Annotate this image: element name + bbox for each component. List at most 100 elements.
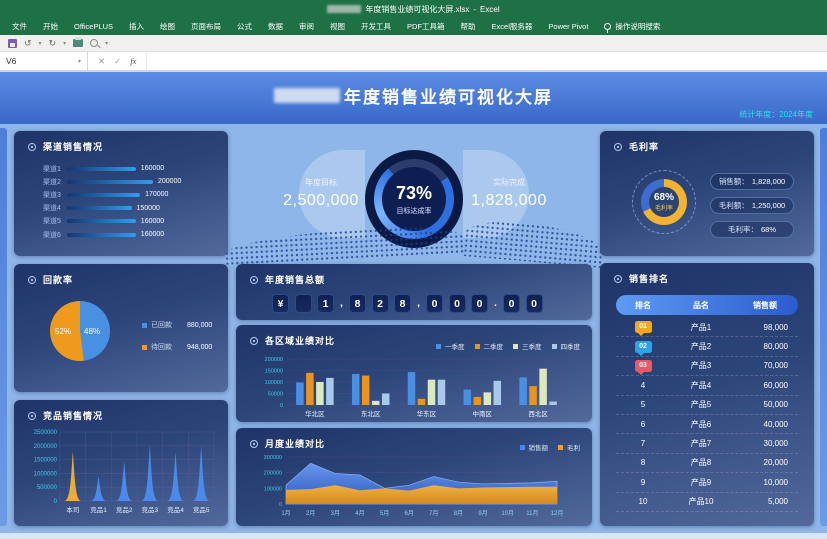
tell-me-search[interactable]: 操作说明搜索 (596, 21, 668, 32)
digit-box: 8 (394, 294, 411, 313)
redacted-text (327, 5, 361, 13)
bullet-icon (28, 143, 36, 151)
svg-text:2500000: 2500000 (34, 430, 58, 436)
dashboard-title-text: 年度销售业绩可视化大屏 (344, 83, 553, 108)
ribbon-tab-13[interactable]: Excel服务器 (484, 18, 541, 35)
footer-strip (0, 533, 827, 539)
channel-bar-row: 渠道5160000 (14, 215, 228, 228)
ribbon-tab-11[interactable]: PDF工具箱 (399, 18, 453, 35)
digit-box: 0 (426, 294, 443, 313)
formula-bar: V6 ▾ ✕ ✓ fx (0, 52, 827, 72)
total-sales-digits: ¥1,828,000.00 (236, 286, 592, 313)
bullet-icon (28, 276, 36, 284)
svg-text:200000: 200000 (265, 357, 283, 363)
insert-function-icon[interactable]: fx (130, 56, 136, 66)
bullet-icon (614, 275, 622, 283)
svg-text:东北区: 东北区 (361, 409, 381, 418)
decor-dot-wave (463, 218, 606, 268)
ribbon-tab-3[interactable]: 插入 (121, 18, 152, 35)
panel-sales-ranking[interactable]: 销售排名 排名品名销售额 01产品198,00002产品280,00003产品3… (600, 263, 814, 526)
undo-dropdown-icon[interactable]: ▾ (39, 40, 42, 47)
channel-bar-row: 渠道4150000 (14, 202, 228, 215)
svg-text:9月: 9月 (478, 510, 487, 517)
legend-item: 销售额 (520, 442, 549, 452)
panel-total-sales[interactable]: 年度销售总额 ¥1,828,000.00 (236, 264, 592, 320)
svg-text:500000: 500000 (37, 485, 58, 491)
ranking-row: 6产品640,000 (616, 415, 798, 434)
svg-text:竞品5: 竞品5 (193, 505, 210, 514)
svg-text:100000: 100000 (264, 486, 282, 492)
ribbon-tab-1[interactable]: 开始 (35, 18, 66, 35)
svg-text:0: 0 (54, 499, 58, 505)
ribbon-tab-0[interactable]: 文件 (4, 18, 35, 35)
svg-text:2000000: 2000000 (34, 444, 58, 450)
print-icon[interactable] (73, 39, 83, 47)
ribbon-tab-7[interactable]: 数据 (260, 18, 291, 35)
svg-text:竞品3: 竞品3 (142, 505, 159, 514)
ribbon-tab-14[interactable]: Power Pivot (540, 18, 596, 35)
panel-collection-rate[interactable]: 回款率 48% 52% 已回款880,000待回款948,000 (14, 264, 228, 392)
undo-button[interactable]: ↺ (24, 39, 32, 48)
qat-customize-icon[interactable]: ▾ (105, 40, 108, 47)
ribbon-tab-9[interactable]: 视图 (322, 18, 353, 35)
panel-competitor-sales[interactable]: 竞品销售情况 050000010000001500000200000025000… (14, 400, 228, 526)
save-icon[interactable] (8, 39, 17, 48)
panel-gross-margin[interactable]: 毛利率 68% 毛利率 销售额：1,828,000毛利额：1,250,000毛利… (600, 131, 814, 256)
right-edge-decor (820, 128, 827, 526)
svg-text:200000: 200000 (264, 471, 282, 477)
digit-box: 0 (526, 294, 543, 313)
dashboard-title: 年度销售业绩可视化大屏 (0, 83, 827, 108)
enter-icon[interactable]: ✓ (114, 56, 121, 67)
svg-text:7月: 7月 (429, 510, 438, 517)
digit-box: 0 (503, 294, 520, 313)
digit-box: 0 (471, 294, 488, 313)
cancel-icon[interactable]: ✕ (98, 56, 105, 67)
region-bar-chart: 050000100000150000200000华北区东北区华东区中南区西北区 (236, 351, 592, 422)
annual-target-value: 2,500,000 (266, 192, 376, 210)
app-name: Excel (480, 5, 500, 14)
svg-text:3月: 3月 (331, 510, 340, 517)
svg-text:竞品4: 竞品4 (167, 505, 184, 514)
svg-text:2月: 2月 (306, 510, 315, 517)
redacted-company-name (274, 88, 340, 103)
title-separator: - (473, 5, 476, 14)
svg-text:0: 0 (279, 502, 282, 508)
digit-box: ¥ (272, 294, 289, 313)
ribbon-tabs: 文件开始OfficePLUS插入绘图页面布局公式数据审阅视图开发工具PDF工具箱… (0, 18, 827, 35)
gauge-center: 73% 目标达成率 (382, 167, 446, 231)
name-box-dropdown-icon[interactable]: ▾ (78, 58, 81, 65)
svg-text:100000: 100000 (265, 380, 283, 386)
ranking-table-rows: 01产品198,00002产品280,00003产品370,0004产品460,… (616, 318, 798, 512)
ribbon-tab-5[interactable]: 页面布局 (183, 18, 229, 35)
bullet-icon (28, 412, 36, 420)
panel-monthly-comparison[interactable]: 月度业绩对比 销售额毛利 01000002000003000001月2月3月4月… (236, 428, 592, 526)
bullet-icon (250, 337, 258, 345)
ribbon-tab-2[interactable]: OfficePLUS (66, 18, 121, 35)
actual-completion-label: 实际完成 (454, 177, 564, 188)
svg-text:12月: 12月 (551, 510, 564, 517)
channel-bar (67, 193, 140, 197)
legend-item: 四季度 (552, 341, 581, 351)
ribbon-tab-12[interactable]: 帮助 (453, 18, 484, 35)
panel-region-comparison[interactable]: 各区域业绩对比 一季度二季度三季度四季度 0500001000001500002… (236, 325, 592, 422)
name-box[interactable]: V6 ▾ (0, 52, 88, 70)
margin-stat-box: 毛利率：68% (710, 221, 794, 238)
panel-title: 毛利率 (629, 140, 659, 153)
redo-dropdown-icon[interactable]: ▾ (63, 40, 66, 47)
document-title: 年度销售业绩可视化大屏.xlsx (365, 4, 469, 15)
actual-completion: 实际完成 1,828,000 (454, 177, 564, 210)
legend-item: 三季度 (513, 341, 542, 351)
ribbon-tab-10[interactable]: 开发工具 (353, 18, 399, 35)
ribbon-tab-4[interactable]: 绘图 (152, 18, 183, 35)
redo-button[interactable]: ↻ (49, 39, 57, 48)
svg-text:中南区: 中南区 (473, 409, 493, 418)
panel-title: 销售排名 (629, 272, 669, 285)
print-preview-icon[interactable] (90, 39, 98, 47)
ranking-row: 7产品730,000 (616, 434, 798, 453)
svg-text:竞品1: 竞品1 (90, 505, 107, 514)
ranking-table-header: 排名品名销售额 (616, 295, 798, 315)
panel-channel-sales[interactable]: 渠道销售情况 渠道1160000渠道2200000渠道3170000渠道4150… (14, 131, 228, 256)
formula-input[interactable] (147, 52, 827, 70)
ribbon-tab-8[interactable]: 审阅 (291, 18, 322, 35)
ribbon-tab-6[interactable]: 公式 (229, 18, 260, 35)
